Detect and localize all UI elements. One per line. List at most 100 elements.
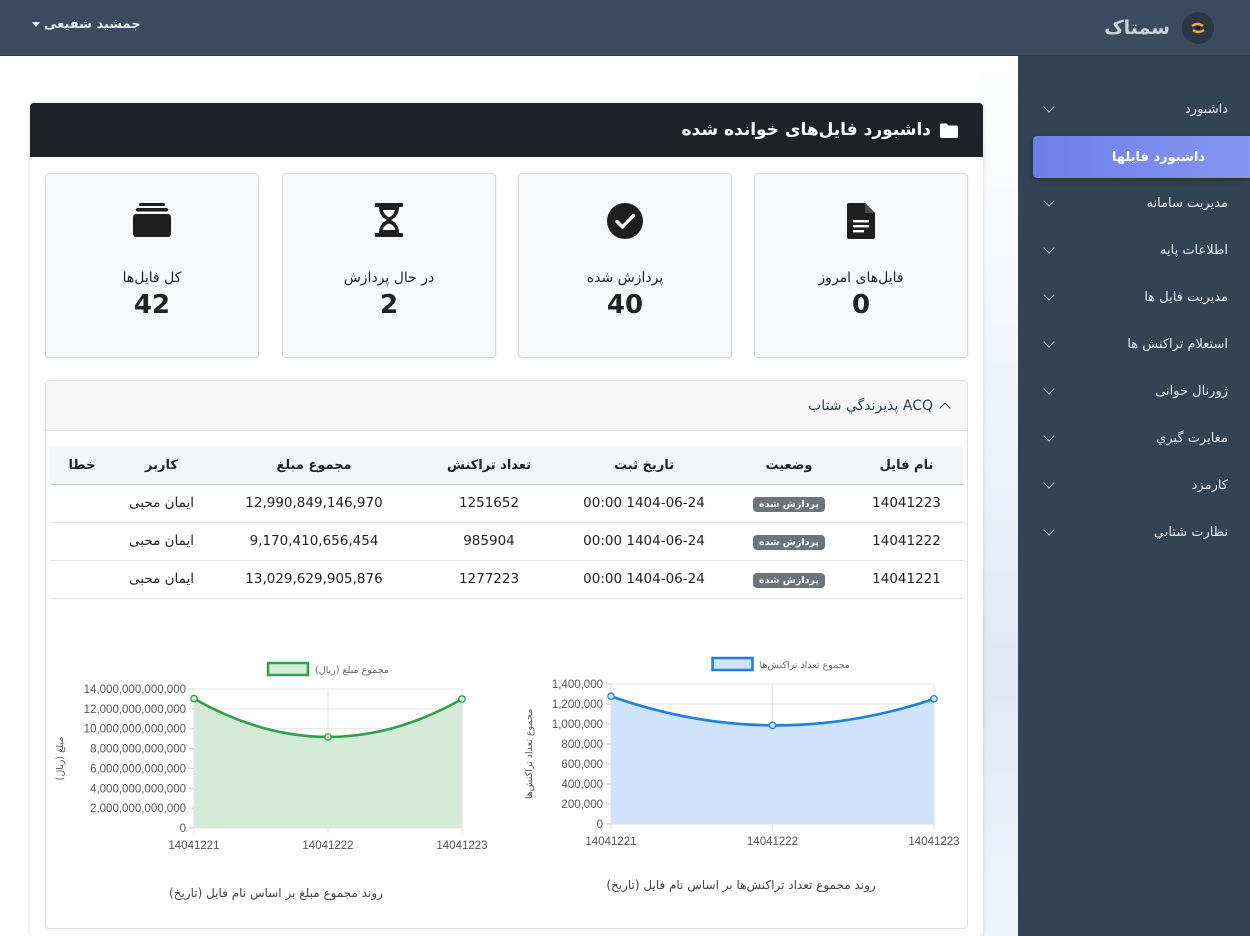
- cell-count: 985904: [419, 522, 559, 561]
- stat-processed: پردازش شده 40: [518, 173, 732, 358]
- x-tick-label: 14041221: [585, 836, 636, 848]
- column-header: مجموع مبلغ: [209, 447, 419, 485]
- user-menu[interactable]: جمشید شفیعی: [32, 17, 141, 32]
- amount-chart-caption: روند مجموع مبلغ بر اساس نام فایل (تاریخ): [169, 886, 383, 900]
- sidebar-item-label: استعلام تراکنش ها: [1127, 336, 1228, 352]
- top-navbar: سمتاک جمشید شفیعی: [0, 0, 1250, 56]
- count-chart-caption: روند مجموع تعداد تراکنش‌ها بر اساس نام ف…: [606, 878, 876, 892]
- table-row[interactable]: 14041223 پردازش شده 1404-06-24 00:00 125…: [50, 484, 964, 523]
- sidebar-item-system-management[interactable]: مديريت سامانه: [1033, 182, 1250, 224]
- data-point: [458, 695, 466, 703]
- sidebar-item-label: مغايرت گيري: [1156, 430, 1228, 446]
- stat-processing: در حال پردازش 2: [282, 173, 496, 358]
- dashboard-card: داشبورد فایل‌های خوانده شده فایل‌های امر…: [30, 103, 983, 936]
- sidebar-item-journal-reading[interactable]: ژورنال خوانی: [1033, 370, 1250, 412]
- stat-value: 0: [851, 290, 871, 320]
- cell-user: ایمان محبی: [114, 522, 209, 561]
- cell-file: 14041222: [849, 522, 964, 561]
- y-tick-label: 6,000,000,000,000: [90, 763, 186, 775]
- y-tick-label: 4,000,000,000,000: [90, 783, 186, 795]
- sidebar-item-label: مديريت سامانه: [1146, 195, 1228, 211]
- y-tick-label: 800,000: [561, 739, 603, 751]
- sidebar-item-base-info[interactable]: اطلاعات پايه: [1033, 229, 1250, 271]
- cell-count: 1251652: [419, 484, 559, 523]
- stat-total-files: کل فایل‌ها 42: [45, 173, 259, 358]
- cell-user: ایمان محبی: [114, 484, 209, 523]
- sidebar-item-transaction-inquiry[interactable]: استعلام تراکنش ها: [1033, 323, 1250, 365]
- chevron-down-icon: [1043, 242, 1055, 254]
- column-header: نام فایل: [849, 447, 964, 485]
- stat-value: 40: [606, 290, 644, 320]
- cell-status: پردازش شده: [729, 560, 849, 599]
- y-tick-label: 0: [180, 823, 186, 835]
- chevron-down-icon: [1043, 336, 1055, 348]
- cell-amount: 12,990,849,146,970: [209, 484, 419, 523]
- chevron-down-icon: [1043, 383, 1055, 395]
- data-point: [768, 721, 777, 730]
- sidebar-item-label: ژورنال خوانی: [1155, 383, 1228, 399]
- column-header: خطا: [50, 447, 114, 485]
- y-axis-label: مجموع تعداد تراکنش‌ها: [524, 709, 535, 799]
- sidebar-item-label: نظارت شتابي: [1153, 524, 1228, 540]
- chevron-down-icon: [1043, 195, 1055, 207]
- sidebar-item-label: داشبورد: [1185, 101, 1228, 117]
- stat-label: فایل‌های امروز: [818, 270, 904, 286]
- y-tick-label: 12,000,000,000,000: [84, 704, 186, 716]
- sidebar: داشبورد داشبورد فایلها مديريت سامانه اطل…: [1018, 56, 1250, 936]
- cell-amount: 9,170,410,656,454: [209, 522, 419, 561]
- acq-title: پذيرندگي شتاب ACQ: [808, 397, 933, 414]
- stat-value: 42: [133, 290, 171, 320]
- sidebar-item-dashboard[interactable]: داشبورد: [1033, 88, 1250, 130]
- sidebar-item-file-management[interactable]: مدیریت فایل ها: [1033, 276, 1250, 318]
- table-row[interactable]: 14041221 پردازش شده 1404-06-24 00:00 127…: [50, 560, 964, 599]
- y-tick-label: 400,000: [561, 779, 603, 791]
- table-row[interactable]: 14041222 پردازش شده 1404-06-24 00:00 985…: [50, 522, 964, 561]
- data-point: [324, 733, 332, 741]
- x-tick-label: 14041223: [908, 836, 959, 848]
- sidebar-item-shetab-monitoring[interactable]: نظارت شتابي: [1033, 511, 1250, 553]
- sidebar-item-label: اطلاعات پايه: [1160, 242, 1228, 258]
- layers-icon: [46, 202, 258, 242]
- sidebar-item-label: داشبورد فایلها: [1111, 149, 1205, 165]
- legend-label: مجموع مبلغ (ریال): [315, 665, 389, 676]
- folder-icon: [940, 123, 958, 138]
- cell-date: 1404-06-24 00:00: [559, 560, 729, 599]
- check-circle-icon: [519, 202, 731, 242]
- cell-date: 1404-06-24 00:00: [559, 484, 729, 523]
- cell-amount: 13,029,629,905,876: [209, 560, 419, 599]
- y-tick-label: 10,000,000,000,000: [84, 724, 186, 736]
- sidebar-item-files-dashboard[interactable]: داشبورد فایلها: [1033, 136, 1250, 178]
- cell-error: [50, 484, 114, 523]
- amount-trend-chart: 0 2,000,000,000,000 4,000,000,000,000 6,000…: [55, 661, 488, 852]
- x-tick-label: 14041222: [302, 840, 353, 852]
- y-tick-label: 1,200,000: [552, 699, 603, 711]
- y-tick-label: 8,000,000,000,000: [90, 744, 186, 756]
- chevron-up-icon: [939, 402, 951, 414]
- sidebar-item-commission[interactable]: کارمزد: [1033, 464, 1250, 506]
- status-badge: پردازش شده: [753, 496, 825, 512]
- acq-toggle[interactable]: پذيرندگي شتاب ACQ: [46, 381, 967, 431]
- y-tick-label: 14,000,000,000,000: [84, 684, 186, 696]
- column-header: کاربر: [114, 447, 209, 485]
- acq-section: پذيرندگي شتاب ACQ نام فایل وضعیت تاریخ ث…: [45, 380, 968, 929]
- x-tick-label: 14041222: [747, 836, 798, 848]
- brand-logo-icon: [1182, 12, 1214, 44]
- caret-down-icon: [32, 22, 40, 27]
- files-table: نام فایل وضعیت تاریخ ثبت تعداد تراکنش مج…: [50, 447, 964, 599]
- chevron-down-icon: [1043, 101, 1055, 113]
- card-header: داشبورد فایل‌های خوانده شده: [30, 103, 983, 157]
- brand[interactable]: سمتاک: [1104, 10, 1214, 46]
- y-axis-label: مبلغ (ریال): [55, 737, 66, 781]
- cell-file: 14041221: [849, 560, 964, 599]
- column-header: تعداد تراکنش: [419, 447, 559, 485]
- cell-file: 14041223: [849, 484, 964, 523]
- data-point: [607, 692, 615, 701]
- y-tick-label: 2,000,000,000,000: [90, 803, 186, 815]
- chevron-down-icon: [1043, 524, 1055, 536]
- stat-label: کل فایل‌ها: [122, 270, 182, 286]
- column-header: وضعیت: [729, 447, 849, 485]
- stat-label: در حال پردازش: [343, 270, 435, 286]
- cell-count: 1277223: [419, 560, 559, 599]
- sidebar-item-reconciliation[interactable]: مغايرت گيري: [1033, 417, 1250, 459]
- hourglass-icon: [283, 202, 495, 242]
